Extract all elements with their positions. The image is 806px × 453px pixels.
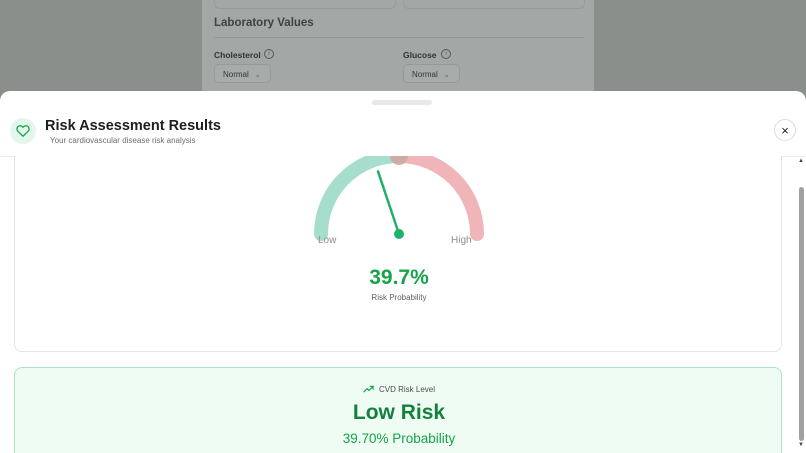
modal-header: Risk Assessment Results Your cardiovascu… [0, 91, 806, 157]
gauge-needle [376, 170, 401, 236]
cholesterol-select[interactable]: Normal ⌄ [214, 64, 271, 83]
trending-up-icon [363, 385, 374, 393]
risk-probability-caption: Risk Probability [371, 293, 427, 302]
modal-title: Risk Assessment Results [45, 118, 221, 134]
risk-results-modal: Risk Assessment Results Your cardiovascu… [0, 91, 806, 453]
section-divider [214, 37, 584, 38]
chevron-down-icon: ⌄ [443, 72, 450, 79]
scroll-down-arrow-icon[interactable]: ▼ [798, 442, 804, 448]
gauge-marker [390, 156, 408, 165]
gauge-high-label: High [451, 235, 472, 246]
gauge-high-arc [392, 156, 484, 241]
modal-content: Low High 39.7% Risk Probability CVD Risk… [0, 156, 806, 453]
background-previous-field [403, 0, 585, 9]
info-icon: i [441, 49, 451, 59]
background-previous-field [214, 0, 396, 9]
gauge-card: Low High 39.7% Risk Probability [14, 156, 782, 352]
risk-probability-value: 39.7% [369, 266, 429, 289]
scroll-up-arrow-icon[interactable]: ▲ [798, 158, 804, 164]
risk-gauge: Low High [314, 156, 484, 246]
gauge-hub [394, 229, 404, 239]
glucose-select[interactable]: Normal ⌄ [403, 64, 460, 83]
heart-icon [10, 118, 36, 144]
cholesterol-select-value: Normal [223, 70, 249, 79]
glucose-label: Glucose [403, 50, 437, 60]
gauge-low-arc [314, 156, 406, 241]
risk-level-card: CVD Risk Level Low Risk 39.70% Probabili… [14, 367, 782, 453]
close-button[interactable]: × [774, 119, 796, 141]
scrollbar-thumb[interactable] [799, 187, 804, 441]
chevron-down-icon: ⌄ [254, 72, 261, 79]
vertical-scrollbar[interactable]: ▲ ▼ [796, 156, 806, 453]
risk-level-caption-row: CVD Risk Level [15, 384, 783, 395]
lab-values-heading: Laboratory Values [214, 17, 314, 29]
risk-level-value: Low Risk [352, 401, 446, 424]
modal-subtitle: Your cardiovascular disease risk analysi… [50, 136, 196, 145]
close-icon: × [781, 122, 789, 138]
info-icon: i [264, 49, 274, 59]
cholesterol-label: Cholesterol [214, 50, 261, 60]
risk-level-probability: 39.70% Probability [342, 431, 456, 446]
gauge-low-label: Low [318, 235, 337, 246]
glucose-select-value: Normal [412, 70, 438, 79]
risk-level-caption: CVD Risk Level [378, 385, 435, 394]
